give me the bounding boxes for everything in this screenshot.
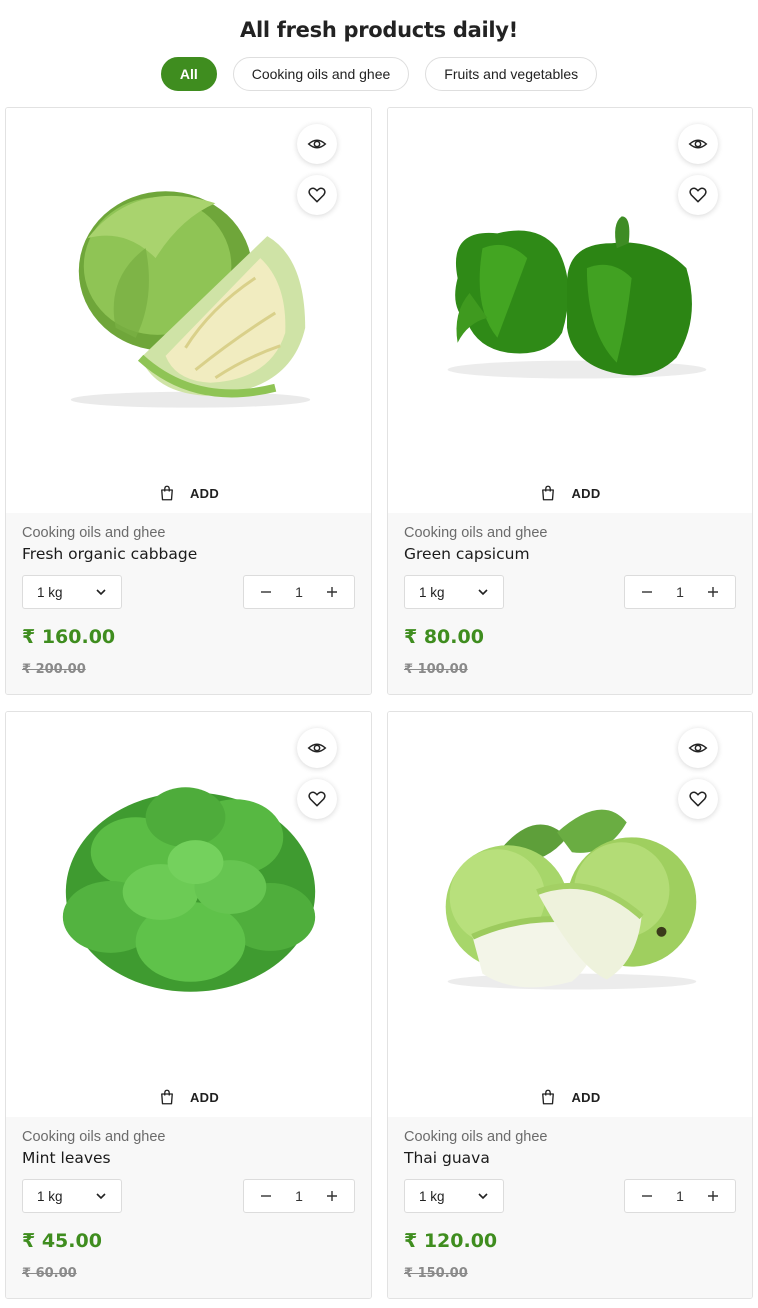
product-info: Cooking oils and ghee Green capsicum 1 k…: [388, 513, 752, 694]
chevron-down-icon: [96, 589, 106, 596]
add-to-cart-button[interactable]: ADD: [6, 1077, 371, 1117]
product-price: ₹ 80.00: [404, 626, 484, 648]
product-card[interactable]: ADD Cooking oils and ghee Mint leaves 1 …: [5, 711, 372, 1299]
add-to-cart-button[interactable]: ADD: [388, 473, 752, 513]
quantity-value: 1: [676, 1188, 684, 1204]
quick-view-button[interactable]: [678, 124, 718, 164]
shopping-bag-icon: [161, 1089, 173, 1105]
minus-icon: [261, 1195, 271, 1197]
filter-tab-all[interactable]: All: [160, 57, 217, 91]
add-label: ADD: [571, 1089, 601, 1105]
unit-value: 1 kg: [419, 584, 445, 600]
unit-select[interactable]: 1 kg: [22, 1179, 122, 1213]
product-category: Cooking oils and ghee: [404, 525, 548, 541]
product-title[interactable]: Fresh organic cabbage: [22, 545, 355, 563]
quick-view-button[interactable]: [678, 728, 718, 768]
unit-value: 1 kg: [37, 1188, 63, 1204]
add-to-cart-button[interactable]: ADD: [6, 473, 371, 513]
shopping-bag-icon: [542, 485, 555, 501]
eye-icon: [688, 139, 708, 149]
unit-value: 1 kg: [37, 584, 63, 600]
unit-select[interactable]: 1 kg: [404, 1179, 504, 1213]
quantity-stepper: 1: [624, 575, 736, 609]
product-old-price: ₹ 60.00: [22, 1266, 77, 1281]
plus-icon: [707, 1191, 718, 1201]
product-price: ₹ 120.00: [404, 1230, 498, 1252]
wishlist-button[interactable]: [678, 175, 718, 215]
unit-select[interactable]: 1 kg: [404, 575, 504, 609]
eye-icon: [688, 743, 708, 753]
add-label: ADD: [571, 485, 601, 501]
plus-icon: [326, 1191, 337, 1201]
decrease-quantity-button[interactable]: [639, 1188, 655, 1204]
product-info: Cooking oils and ghee Mint leaves 1 kg 1…: [6, 1117, 371, 1298]
quantity-value: 1: [295, 584, 303, 600]
add-label: ADD: [189, 485, 220, 501]
product-category: Cooking oils and ghee: [22, 525, 166, 541]
chevron-down-icon: [478, 1193, 488, 1200]
filter-tab-cooking-oils[interactable]: Cooking oils and ghee: [232, 57, 410, 91]
chevron-down-icon: [478, 589, 488, 596]
heart-icon: [689, 187, 707, 203]
minus-icon: [642, 1195, 652, 1197]
plus-icon: [707, 587, 718, 597]
add-to-cart-button[interactable]: ADD: [388, 1077, 752, 1117]
unit-value: 1 kg: [419, 1188, 445, 1204]
product-info: Cooking oils and ghee Thai guava 1 kg 1 …: [388, 1117, 752, 1298]
chevron-down-icon: [96, 1193, 106, 1200]
product-card[interactable]: ADD Cooking oils and ghee Thai guava 1 k…: [387, 711, 753, 1299]
eye-icon: [307, 743, 327, 753]
product-price: ₹ 160.00: [22, 626, 116, 648]
decrease-quantity-button[interactable]: [639, 584, 655, 600]
unit-select[interactable]: 1 kg: [22, 575, 122, 609]
heart-icon: [308, 187, 326, 203]
product-price: ₹ 45.00: [22, 1230, 102, 1252]
product-title[interactable]: Mint leaves: [22, 1149, 355, 1167]
add-label: ADD: [189, 1089, 220, 1105]
eye-icon: [307, 139, 327, 149]
quick-view-button[interactable]: [297, 124, 337, 164]
product-title[interactable]: Green capsicum: [404, 545, 736, 563]
heart-icon: [689, 791, 707, 807]
quantity-stepper: 1: [624, 1179, 736, 1213]
product-old-price: ₹ 150.00: [404, 1266, 468, 1281]
decrease-quantity-button[interactable]: [258, 584, 274, 600]
minus-icon: [642, 591, 652, 593]
plus-icon: [326, 587, 337, 597]
minus-icon: [261, 591, 271, 593]
increase-quantity-button[interactable]: [705, 1188, 721, 1204]
increase-quantity-button[interactable]: [324, 584, 340, 600]
page-title: All fresh products daily!: [240, 18, 518, 42]
product-info: Cooking oils and ghee Fresh organic cabb…: [6, 513, 371, 694]
heart-icon: [308, 791, 326, 807]
wishlist-button[interactable]: [297, 779, 337, 819]
filter-tab-fruits-vegetables[interactable]: Fruits and vegetables: [425, 57, 598, 91]
shopping-bag-icon: [542, 1089, 555, 1105]
product-grid: ADD Cooking oils and ghee Fresh organic …: [5, 107, 753, 1299]
product-card[interactable]: ADD Cooking oils and ghee Green capsicum…: [387, 107, 753, 695]
category-filter-tabs: All Cooking oils and ghee Fruits and veg…: [0, 57, 758, 91]
shopping-bag-icon: [161, 485, 173, 501]
increase-quantity-button[interactable]: [324, 1188, 340, 1204]
increase-quantity-button[interactable]: [705, 584, 721, 600]
wishlist-button[interactable]: [678, 779, 718, 819]
wishlist-button[interactable]: [297, 175, 337, 215]
product-old-price: ₹ 200.00: [22, 662, 86, 677]
quantity-stepper: 1: [243, 1179, 355, 1213]
quantity-stepper: 1: [243, 575, 355, 609]
product-card[interactable]: ADD Cooking oils and ghee Fresh organic …: [5, 107, 372, 695]
decrease-quantity-button[interactable]: [258, 1188, 274, 1204]
quick-view-button[interactable]: [297, 728, 337, 768]
quantity-value: 1: [676, 584, 684, 600]
product-category: Cooking oils and ghee: [22, 1129, 166, 1145]
quantity-value: 1: [295, 1188, 303, 1204]
product-category: Cooking oils and ghee: [404, 1129, 548, 1145]
product-title[interactable]: Thai guava: [404, 1149, 736, 1167]
product-old-price: ₹ 100.00: [404, 662, 468, 677]
